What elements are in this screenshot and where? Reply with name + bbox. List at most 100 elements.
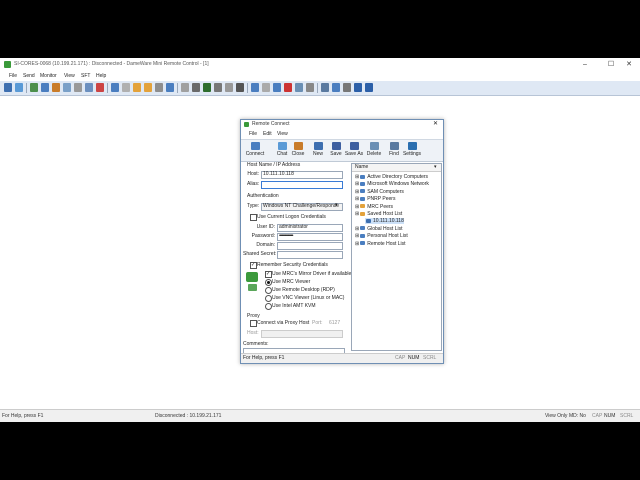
tree-item[interactable]: ⊞ MRC Peers <box>355 204 393 210</box>
tree-item[interactable]: ⊞ Active Directory Computers <box>355 174 428 180</box>
expand-icon[interactable]: ⊞ <box>355 189 359 195</box>
toolbar-button-icon[interactable] <box>15 83 23 92</box>
alias-input[interactable] <box>261 181 343 189</box>
tree-item[interactable]: ⊞ Global Host List <box>355 226 403 232</box>
expand-icon[interactable]: ⊞ <box>355 226 359 232</box>
menu-view[interactable]: View <box>64 73 75 79</box>
toolbar-button-icon[interactable] <box>365 83 373 92</box>
toolbar-button-icon[interactable] <box>166 83 174 92</box>
amt-kvm-radio[interactable] <box>265 303 272 310</box>
mrc-viewer-radio[interactable] <box>265 279 272 286</box>
toolbar-button-icon[interactable] <box>306 83 314 92</box>
tree-item[interactable]: ⊞ Microsoft Windows Network <box>355 181 429 187</box>
toolbar-button-icon[interactable] <box>236 83 244 92</box>
toolbar-button-icon[interactable] <box>343 83 351 92</box>
menu-sft[interactable]: SFT <box>81 73 90 79</box>
toolbar-button-icon[interactable] <box>30 83 38 92</box>
chevron-down-icon[interactable]: ▾ <box>434 165 437 170</box>
menu-help[interactable]: Help <box>96 73 106 79</box>
toolbar-button-icon[interactable] <box>155 83 163 92</box>
tree-item-label: Personal Host List <box>367 233 408 240</box>
dialog-toolbar-find-button[interactable]: Find <box>384 142 404 159</box>
tree-item[interactable]: ⊞ Personal Host List <box>355 233 408 239</box>
toolbar-button-icon[interactable] <box>284 83 292 92</box>
dialog-toolbar-close-button[interactable]: Close <box>288 142 308 159</box>
title-bar: SI-CORES-0068 (10.199.21.171) : Disconne… <box>0 58 640 71</box>
toolbar-button-icon[interactable] <box>74 83 82 92</box>
connect-icon <box>250 142 260 150</box>
password-input[interactable]: •••••••••••••••••• <box>277 233 343 241</box>
toolbar-button-icon[interactable] <box>225 83 233 92</box>
menu-file[interactable]: File <box>9 73 17 79</box>
dialog-menu-edit[interactable]: Edit <box>263 132 272 137</box>
tree-item[interactable]: ⊞ Remote Host List <box>355 241 406 247</box>
menu-send[interactable]: Send <box>23 73 35 79</box>
mrc-viewer-label: Use MRC Viewer <box>272 279 311 285</box>
maximize-icon[interactable]: ☐ <box>602 60 620 69</box>
expand-icon[interactable]: ⊞ <box>355 181 359 187</box>
tree-item[interactable]: ⊞ PNRP Peers <box>355 196 395 202</box>
toolbar-button-icon[interactable] <box>295 83 303 92</box>
toolbar-button-icon[interactable] <box>354 83 362 92</box>
domain-input[interactable] <box>277 242 343 250</box>
dialog-toolbar-save-as-button[interactable]: Save As <box>344 142 364 159</box>
shared-secret-input[interactable] <box>277 251 343 259</box>
toolbar-button-icon[interactable] <box>111 83 119 92</box>
remember-credentials-checkbox[interactable] <box>250 262 257 269</box>
dialog-close-icon[interactable]: ✕ <box>433 121 438 127</box>
mirror-driver-checkbox[interactable] <box>265 271 272 278</box>
toolbar-button-icon[interactable] <box>144 83 152 92</box>
toolbar-button-icon[interactable] <box>192 83 200 92</box>
toolbar-button-icon[interactable] <box>273 83 281 92</box>
vnc-radio[interactable] <box>265 295 272 302</box>
toolbar-button-icon[interactable] <box>96 83 104 92</box>
toolbar-button-icon[interactable] <box>251 83 259 92</box>
toolbar-button-icon[interactable] <box>63 83 71 92</box>
dialog-toolbar-label: Find <box>389 151 399 157</box>
dialog-toolbar-connect-button[interactable]: Connect <box>245 142 265 159</box>
tree-item[interactable]: ⊞ SAM Computers <box>355 189 404 195</box>
proxy-checkbox[interactable] <box>250 320 257 327</box>
userid-label: User ID: <box>256 224 275 230</box>
toolbar-button-icon[interactable] <box>214 83 222 92</box>
auth-type-select[interactable]: Windows NT Challenge/Response <box>261 203 343 211</box>
dialog-menu-file[interactable]: File <box>249 132 257 137</box>
dialog-toolbar-delete-button[interactable]: Delete <box>364 142 384 159</box>
proxy-port-input[interactable]: 6127 <box>329 321 340 326</box>
minimize-icon[interactable]: – <box>576 60 594 69</box>
userid-input[interactable]: administrator <box>277 224 343 232</box>
dialog-toolbar-new-button[interactable]: New <box>308 142 328 159</box>
toolbar-button-icon[interactable] <box>122 83 130 92</box>
expand-icon[interactable]: ⊞ <box>355 174 359 180</box>
toolbar-button-icon[interactable] <box>321 83 329 92</box>
expand-icon[interactable]: ⊞ <box>355 241 359 247</box>
use-current-logon-checkbox[interactable] <box>250 214 257 221</box>
toolbar-button-icon[interactable] <box>85 83 93 92</box>
expand-icon[interactable]: ⊞ <box>355 196 359 202</box>
expand-icon[interactable]: ⊞ <box>355 233 359 239</box>
menu-monitor[interactable]: Monitor <box>40 73 57 79</box>
expand-icon[interactable]: ⊞ <box>355 211 359 217</box>
toolbar-button-icon[interactable] <box>203 83 211 92</box>
status-md: MD: No <box>569 413 586 419</box>
dialog-toolbar-save-button[interactable]: Save <box>326 142 346 159</box>
toolbar-button-icon[interactable] <box>262 83 270 92</box>
dialog-menu-view[interactable]: View <box>277 132 288 137</box>
tree-item[interactable]: ⊞ Saved Host List <box>355 211 402 217</box>
host-tree[interactable]: Name ▾ ⊞ Active Directory Computers ⊞ Micro… <box>351 163 442 351</box>
host-input[interactable]: 10.111.10.118 <box>261 171 343 179</box>
rdp-radio[interactable] <box>265 287 272 294</box>
toolbar-button-icon[interactable] <box>41 83 49 92</box>
toolbar-button-icon[interactable] <box>52 83 60 92</box>
dialog-toolbar-settings-button[interactable]: Settings <box>402 142 422 159</box>
proxy-host-select[interactable] <box>261 330 343 338</box>
chevron-down-icon[interactable]: ▾ <box>335 203 338 208</box>
tree-item[interactable]: 10.111.10.118 <box>365 218 404 225</box>
toolbar-button-icon[interactable] <box>4 83 12 92</box>
toolbar-button-icon[interactable] <box>181 83 189 92</box>
close-icon[interactable]: ✕ <box>620 60 638 69</box>
remember-credentials-label: Remember Security Credentials <box>257 262 328 268</box>
toolbar-button-icon[interactable] <box>133 83 141 92</box>
expand-icon[interactable]: ⊞ <box>355 204 359 210</box>
toolbar-button-icon[interactable] <box>332 83 340 92</box>
